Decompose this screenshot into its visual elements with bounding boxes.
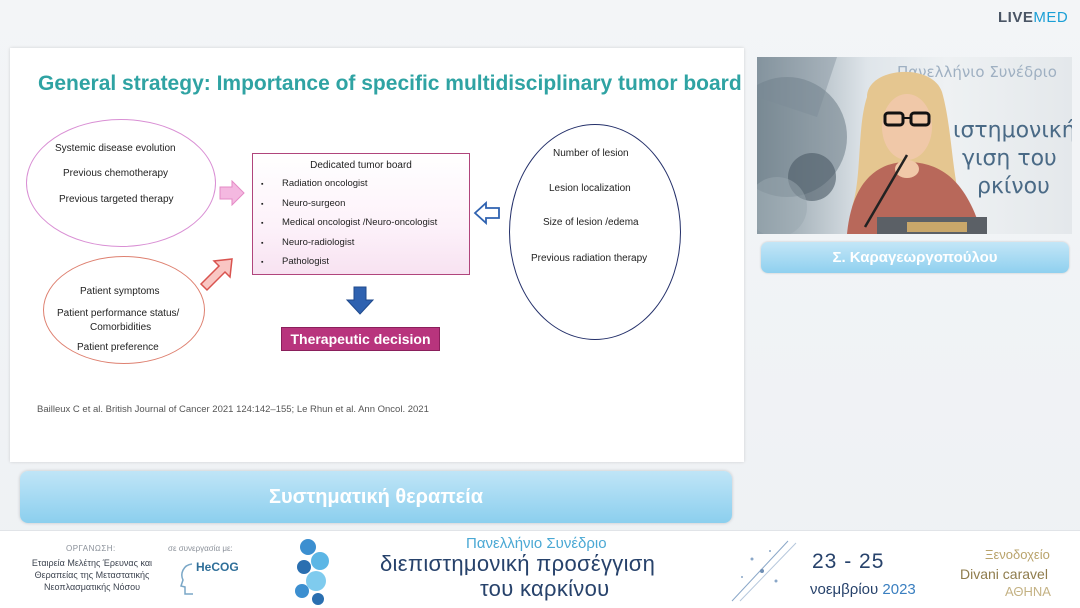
factor-text: Size of lesion /edema xyxy=(543,217,639,228)
factor-text: Number of lesion xyxy=(553,148,629,159)
factor-text: Patient performance status/ xyxy=(57,308,180,319)
venue-city: ΑΘΗΝΑ xyxy=(1005,584,1051,599)
event-dates: 23 - 25 xyxy=(812,550,885,573)
collaboration-label: σε συνεργασία με: xyxy=(168,544,233,553)
slide-title: General strategy: Importance of specific… xyxy=(38,72,742,95)
board-member-list: ▪ Radiation oncologist ▪ Neuro-surgeon ▪ Me… xyxy=(261,178,437,276)
svg-text:ρκίνου: ρκίνου xyxy=(977,174,1050,199)
speaker-name-bar: Σ. Καραγεωργοπούλου xyxy=(761,242,1069,273)
organizer-name-line: Νεοπλασματικής Νόσου xyxy=(44,582,140,592)
list-item: ▪ Neuro-radiologist xyxy=(261,236,355,248)
factor-text: Patient preference xyxy=(77,342,159,353)
ellipse-disease-factors xyxy=(26,119,216,247)
bullet-icon: ▪ xyxy=(261,259,264,266)
factor-text: Previous chemotherapy xyxy=(63,168,169,179)
svg-text:γιση του: γιση του xyxy=(962,146,1057,171)
therapeutic-decision-box: Therapeutic decision xyxy=(281,327,440,351)
factor-text: Previous targeted therapy xyxy=(59,194,174,205)
left-arrow-icon xyxy=(473,201,500,225)
speaker-video: Πανελλήνιο Συνέδριο ιστημονική γιση του … xyxy=(757,57,1072,234)
reference-citation: Bailleux C et al. British Journal of Can… xyxy=(37,404,429,415)
livemed-logo: LIVEMED xyxy=(998,9,1069,26)
bullet-icon: ▪ xyxy=(261,181,264,188)
board-title: Dedicated tumor board xyxy=(310,160,412,171)
factor-text: Comorbidities xyxy=(90,322,152,333)
session-topic-bar: Συστηματική θεραπεία xyxy=(20,471,732,523)
conference-prefix: Πανελλήνιο Συνέδριο xyxy=(466,535,607,552)
down-arrow-icon xyxy=(345,286,375,315)
sparkle-graphic-icon xyxy=(731,540,797,602)
bullet-icon: ▪ xyxy=(261,239,264,247)
list-item: ▪ Medical oncologist /Neuro-oncologist xyxy=(261,217,438,228)
event-month: νοεμβρίου 2023 xyxy=(810,581,916,598)
factor-text: Lesion localization xyxy=(549,183,631,194)
organizer-name-line: Θεραπείας της Μεταστατικής xyxy=(34,570,150,580)
hecog-logo: HeCOG xyxy=(178,558,239,602)
list-item: ▪ Neuro-surgeon xyxy=(261,197,346,209)
factor-text: Previous radiation therapy xyxy=(531,253,648,264)
list-item: ▪ Radiation oncologist xyxy=(261,178,368,189)
tumor-board-box: Dedicated tumor board ▪ Radiation oncolog… xyxy=(252,153,470,275)
factor-text: Patient symptoms xyxy=(80,286,160,297)
bullet-icon: ▪ xyxy=(261,220,264,227)
bullet-icon: ▪ xyxy=(261,200,264,208)
list-item: ▪ Pathologist xyxy=(261,256,330,267)
conference-title-line2: του καρκίνου xyxy=(480,576,610,601)
conference-title-line1: διεπιστημονική προσέγγιση xyxy=(380,551,656,576)
event-footer: ΟΡΓΑΝΩΣΗ: Εταιρεία Μελέτης Έρευνας και Θ… xyxy=(0,530,1080,608)
red-arrow-icon xyxy=(199,258,233,292)
venue-name: Divani caravel xyxy=(960,566,1048,582)
molecule-graphic-icon xyxy=(295,539,329,605)
speaker-image: Πανελλήνιο Συνέδριο ιστημονική γιση του … xyxy=(757,57,1072,234)
svg-text:ιστημονική: ιστημονική xyxy=(953,118,1072,143)
organizer-label: ΟΡΓΑΝΩΣΗ: xyxy=(66,544,116,553)
factor-text: Systemic disease evolution xyxy=(55,143,176,154)
hecog-name: HeCOG xyxy=(196,560,239,574)
organizer-name-line: Εταιρεία Μελέτης Έρευνας και xyxy=(31,558,153,568)
presentation-slide: General strategy: Importance of specific… xyxy=(10,48,744,462)
pink-arrow-icon xyxy=(219,180,245,206)
venue-label: Ξενοδοχείο xyxy=(985,547,1050,562)
